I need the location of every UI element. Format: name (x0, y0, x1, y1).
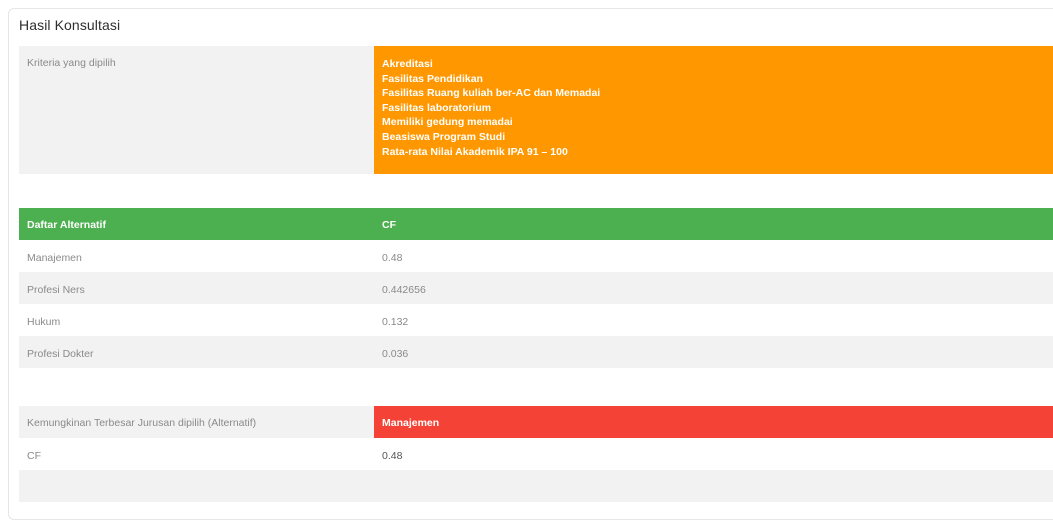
result-value: Manajemen (374, 406, 1053, 438)
header-cf: CF (382, 219, 396, 231)
criteria-item: Akreditasi (382, 58, 433, 70)
alternative-name: Manajemen (27, 252, 82, 264)
criteria-list: Akreditasi Fasilitas Pendidikan Fasilita… (374, 46, 1053, 174)
criteria-label: Kriteria yang dipilih (19, 46, 374, 174)
criteria-item: Fasilitas Ruang kuliah ber-AC dan Memada… (382, 87, 601, 100)
result-cf-row: CF 0.48 (19, 438, 1053, 470)
table-row: Hukum 0.132 (19, 304, 1053, 336)
criteria-item: Beasiswa Program Studi (382, 130, 506, 143)
alternatives-header-row: Daftar Alternatif CF (19, 208, 1053, 240)
alternative-cf: 0.48 (382, 252, 403, 264)
card-title: Hasil Konsultasi (19, 17, 121, 33)
criteria-item: Memiliki gedung memadai (382, 116, 513, 129)
alternative-cf: 0.132 (382, 316, 409, 328)
result-label: Kemungkinan Terbesar Jurusan dipilih (Al… (19, 406, 374, 438)
criteria-item: Rata-rata Nilai Akademik IPA 91 – 100 (382, 145, 568, 158)
table-row: Profesi Dokter 0.036 (19, 336, 1053, 368)
alternative-name: Hukum (27, 316, 61, 328)
result-cf-value: 0.48 (382, 450, 403, 462)
criteria-item: Fasilitas laboratorium (382, 101, 492, 114)
empty-row (19, 470, 1053, 502)
criteria-item: Fasilitas Pendidikan (382, 72, 483, 85)
criteria-row: Kriteria yang dipilih Akreditasi Fasilit… (19, 46, 1053, 174)
alternative-cf: 0.036 (382, 348, 409, 360)
table-row: Manajemen 0.48 (19, 240, 1053, 272)
alternative-cf: 0.442656 (382, 284, 426, 296)
header-alternative: Daftar Alternatif (27, 219, 106, 231)
result-row: Kemungkinan Terbesar Jurusan dipilih (Al… (19, 406, 1053, 438)
alternative-name: Profesi Ners (27, 284, 85, 296)
alternative-name: Profesi Dokter (27, 348, 94, 360)
result-cf-label: CF (27, 450, 41, 462)
table-row: Profesi Ners 0.442656 (19, 272, 1053, 304)
